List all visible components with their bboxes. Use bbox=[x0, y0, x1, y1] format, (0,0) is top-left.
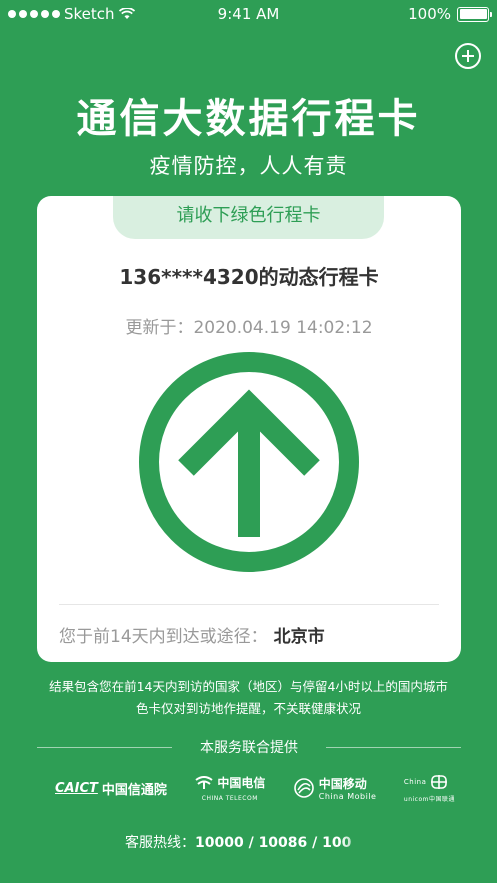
mobile-swirl-icon bbox=[293, 778, 314, 798]
card-tab-label: 请收下绿色行程卡 bbox=[113, 196, 384, 239]
china-telecom-logo: 中国电信 CHINA TELECOM bbox=[194, 774, 265, 802]
hotline-fade bbox=[340, 826, 390, 854]
page-title: 通信大数据行程卡 bbox=[76, 96, 421, 142]
caict-cn: 中国信通院 bbox=[101, 782, 167, 798]
unicom-en: China bbox=[403, 777, 427, 786]
hotline-numbers: 10000 / 10086 / 100 bbox=[195, 835, 352, 851]
battery-group: 100% bbox=[408, 5, 492, 23]
telecom-cn: 中国电信 bbox=[217, 776, 266, 790]
unicom-knot-icon bbox=[431, 774, 448, 789]
mobile-cn: 中国移动 bbox=[318, 777, 367, 791]
page-subtitle: 疫情防控，人人有责 bbox=[149, 154, 348, 178]
telecom-swirl-icon bbox=[195, 775, 213, 789]
provider-logos: CAICT 中国信通院 中国电信 CHINA TELECOM 中国移动 Chin… bbox=[55, 772, 455, 804]
status-bar: Sketch 9:41 AM 100% bbox=[0, 0, 497, 30]
telecom-en: CHINA TELECOM bbox=[201, 795, 258, 802]
provider-heading: 本服务联合提供 bbox=[200, 740, 298, 756]
update-time: 2020.04.19 14:02:12 bbox=[193, 318, 373, 338]
provider-heading-row: 本服务联合提供 bbox=[37, 736, 461, 758]
note-line-2: 色卡仅对到访地作提醒，不关联健康状况 bbox=[135, 701, 361, 716]
caict-en: CAICT bbox=[55, 780, 98, 796]
unicom-sub: unicom中国联通 bbox=[403, 795, 455, 803]
battery-percent: 100% bbox=[408, 5, 451, 23]
itinerary-card: 请收下绿色行程卡 136****4320的动态行程卡 更新于：2020.04.1… bbox=[37, 196, 461, 662]
result-note: 结果包含您在前14天内到访的国家（地区）与停留4小时以上的国内城市 色卡仅对到访… bbox=[20, 676, 477, 720]
card-divider bbox=[59, 604, 439, 605]
battery-icon bbox=[457, 6, 492, 22]
plus-circle-icon[interactable] bbox=[455, 43, 481, 69]
card-update-time: 更新于：2020.04.19 14:02:12 bbox=[37, 313, 461, 338]
card-phone-title: 136****4320的动态行程卡 bbox=[119, 265, 379, 289]
update-label: 更新于： bbox=[125, 318, 194, 338]
hotline: 客服热线：10000 / 10086 / 100 bbox=[125, 832, 351, 852]
note-line-1: 结果包含您在前14天内到访的国家（地区）与停留4小时以上的国内城市 bbox=[49, 679, 448, 694]
route-city: 北京市 bbox=[273, 627, 325, 647]
route-label: 您于前14天内到达或途径： bbox=[59, 627, 268, 647]
china-mobile-logo: 中国移动 China Mobile bbox=[293, 775, 377, 801]
hotline-label: 客服热线： bbox=[125, 835, 195, 851]
caict-logo: CAICT 中国信通院 bbox=[55, 779, 167, 798]
divider-left bbox=[37, 746, 172, 748]
up-arrow-circle-icon bbox=[138, 351, 360, 573]
card-route: 您于前14天内到达或途径： 北京市 bbox=[59, 622, 325, 647]
divider-right bbox=[326, 746, 461, 748]
china-unicom-logo: China unicom中国联通 bbox=[404, 774, 455, 803]
mobile-en: China Mobile bbox=[318, 792, 377, 801]
